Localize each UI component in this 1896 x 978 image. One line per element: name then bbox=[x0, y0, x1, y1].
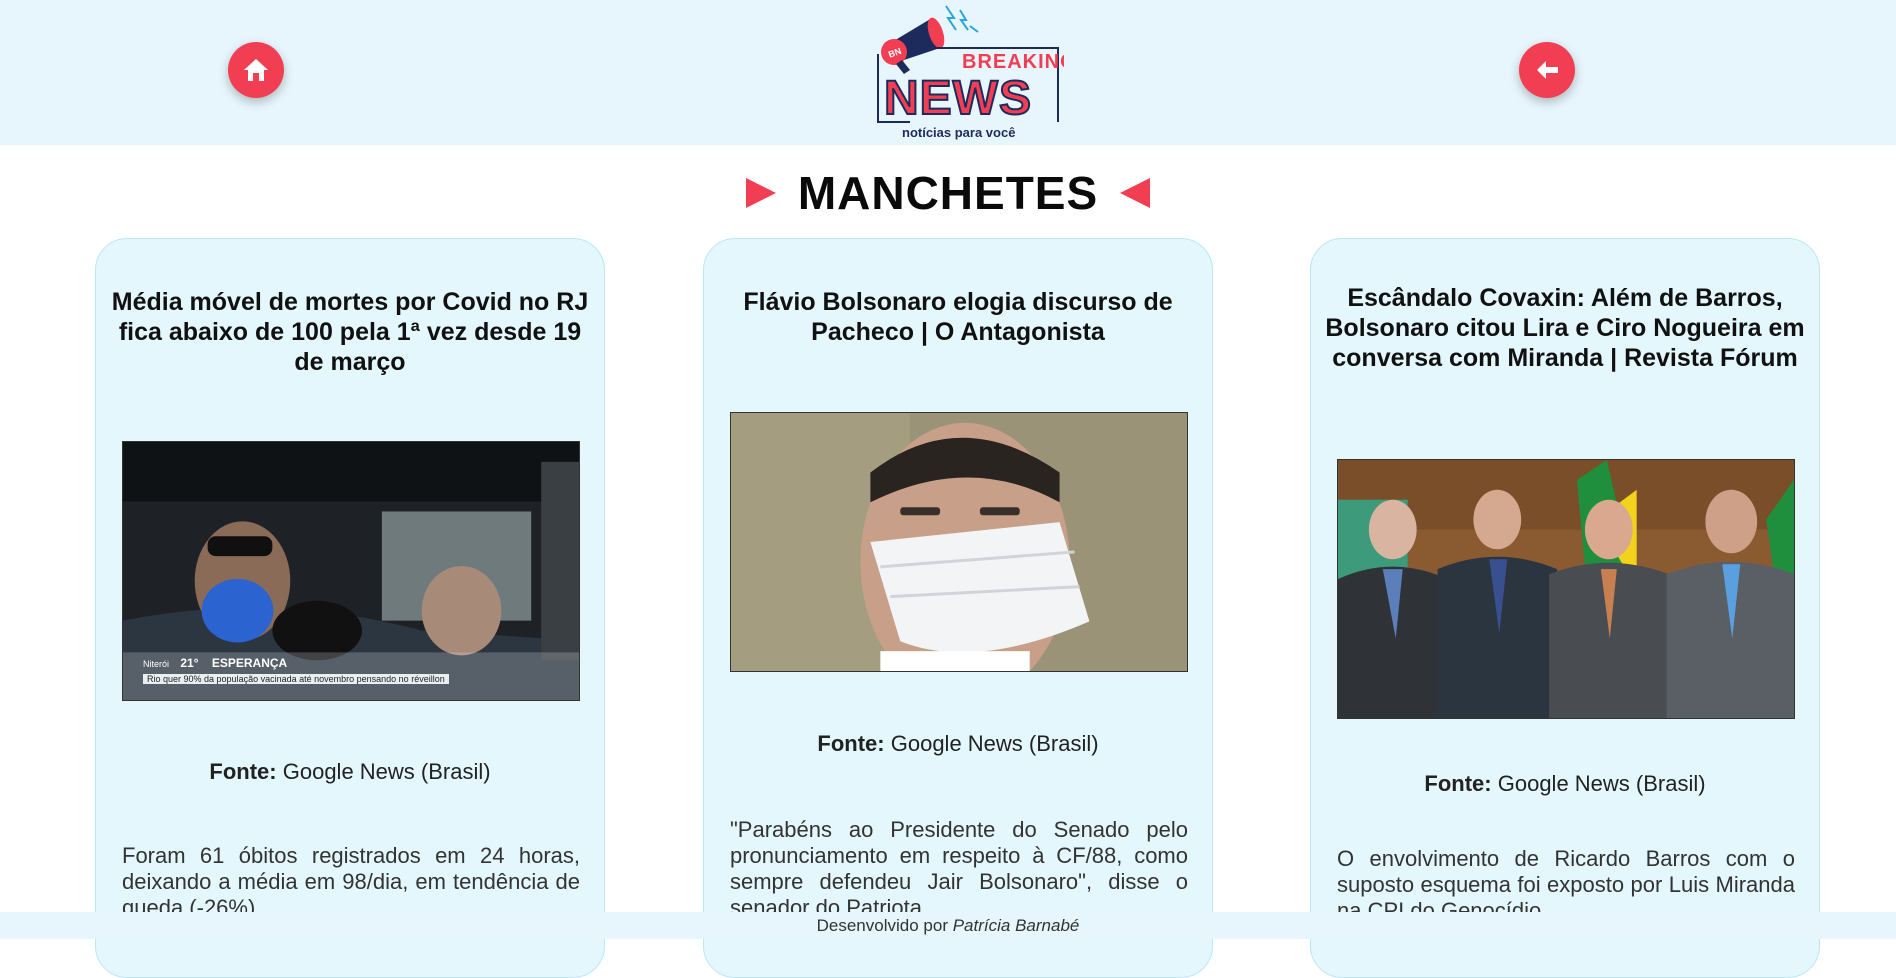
news-source: Fonte: Google News (Brasil) bbox=[1311, 771, 1819, 797]
breaking-news-logo[interactable]: BN BREAKING NEWS notícias para você bbox=[874, 0, 1064, 142]
back-button[interactable] bbox=[1519, 42, 1575, 98]
footer-prefix: Desenvolvido por bbox=[816, 916, 948, 935]
section-title: MANCHETES bbox=[797, 167, 1099, 219]
logo-news-text: NEWS bbox=[884, 72, 1032, 125]
home-button[interactable] bbox=[228, 42, 284, 98]
megaphone-icon bbox=[881, 17, 945, 74]
news-card[interactable]: Flávio Bolsonaro elogia discurso de Pach… bbox=[703, 238, 1213, 978]
caption-temp: 21° bbox=[180, 656, 199, 670]
logo-breaking-text: BREAKING bbox=[962, 51, 1064, 73]
arrow-left-icon bbox=[1537, 61, 1558, 79]
source-label: Fonte: bbox=[1424, 771, 1492, 796]
news-image[interactable] bbox=[730, 412, 1188, 672]
section-title-row: MANCHETES bbox=[0, 165, 1896, 221]
news-headline[interactable]: Média móvel de mortes por Covid no RJ fi… bbox=[108, 287, 592, 377]
footer-author: Patrícia Barnabé bbox=[952, 916, 1080, 935]
site-footer: Desenvolvido por Patrícia Barnabé bbox=[0, 912, 1896, 939]
source-name: Google News (Brasil) bbox=[282, 759, 491, 784]
news-image[interactable] bbox=[1337, 459, 1795, 719]
news-summary: "Parabéns ao Presidente do Senado pelo p… bbox=[730, 817, 1188, 920]
news-source: Fonte: Google News (Brasil) bbox=[704, 731, 1212, 757]
home-icon bbox=[244, 59, 268, 81]
site-header: BN BREAKING NEWS notícias para você bbox=[0, 0, 1896, 145]
logo-tagline: notícias para você bbox=[902, 125, 1015, 140]
news-card[interactable]: Média móvel de mortes por Covid no RJ fi… bbox=[95, 238, 605, 978]
source-name: Google News (Brasil) bbox=[1497, 771, 1706, 796]
news-summary: Foram 61 óbitos registrados em 24 horas,… bbox=[122, 843, 580, 920]
caption-subtitle: Rio quer 90% da população vacinada até n… bbox=[143, 674, 449, 684]
news-headline[interactable]: Flávio Bolsonaro elogia discurso de Pach… bbox=[716, 287, 1200, 347]
triangle-left-icon bbox=[1120, 178, 1151, 208]
caption-title: ESPERANÇA bbox=[211, 656, 288, 670]
triangle-right-icon bbox=[745, 178, 776, 208]
source-name: Google News (Brasil) bbox=[890, 731, 1099, 756]
source-label: Fonte: bbox=[209, 759, 277, 784]
news-headline[interactable]: Escândalo Covaxin: Além de Barros, Bolso… bbox=[1323, 283, 1807, 373]
news-source: Fonte: Google News (Brasil) bbox=[96, 759, 604, 785]
source-label: Fonte: bbox=[817, 731, 885, 756]
news-card[interactable]: Escândalo Covaxin: Além de Barros, Bolso… bbox=[1310, 238, 1820, 978]
caption-place: Niterói bbox=[143, 659, 170, 669]
news-image[interactable]: Niterói 21° ESPERANÇA Rio quer 90% da po… bbox=[122, 441, 580, 701]
